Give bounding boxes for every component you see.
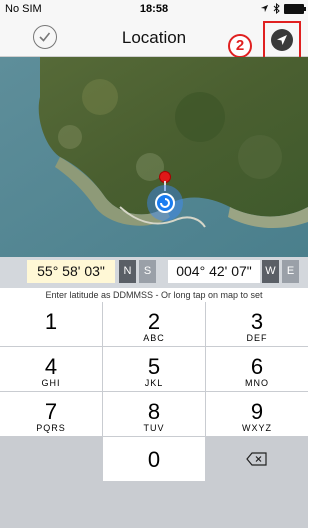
map-imagery — [0, 57, 308, 257]
location-arrow-icon — [260, 4, 269, 13]
status-icons — [260, 3, 306, 14]
annotation-callout-number: 2 — [228, 34, 252, 58]
delete-key[interactable] — [206, 437, 308, 481]
backspace-icon — [246, 452, 267, 466]
numeric-keypad: 1 2 ABC 3 DEF 4 GHI 5 JKL 6 MNO 7 PQRS 8… — [0, 302, 308, 528]
hemisphere-e-button[interactable]: E — [282, 260, 299, 283]
page-title: Location — [121, 28, 187, 47]
latitude-field[interactable]: 55° 58' 03" — [27, 260, 115, 283]
key-8[interactable]: 8 TUV — [103, 392, 205, 436]
hemisphere-w-button[interactable]: W — [262, 260, 279, 283]
key-9[interactable]: 9 WXYZ — [206, 392, 308, 436]
key-3[interactable]: 3 DEF — [206, 302, 308, 346]
key-blank — [0, 437, 102, 481]
key-1[interactable]: 1 — [0, 302, 102, 346]
key-4[interactable]: 4 GHI — [0, 347, 102, 391]
entry-hint: Enter latitude as DDMMSS - Or long tap o… — [45, 290, 263, 300]
coordinate-entry-bar: 55° 58' 03" N S 004° 42' 07" W E — [0, 257, 308, 288]
key-6[interactable]: 6 MNO — [206, 347, 308, 391]
location-arrow-icon — [277, 35, 287, 45]
longitude-field[interactable]: 004° 42' 07" — [168, 260, 260, 283]
key-5[interactable]: 5 JKL — [103, 347, 205, 391]
nav-bar: Location 2 — [0, 18, 308, 59]
satellite-map[interactable] — [0, 57, 308, 257]
hemisphere-n-button[interactable]: N — [119, 260, 136, 283]
locate-me-button[interactable] — [271, 29, 293, 51]
key-2[interactable]: 2 ABC — [103, 302, 205, 346]
battery-icon — [284, 3, 306, 14]
status-bar: No SIM 18:58 — [0, 0, 308, 18]
bluetooth-icon — [273, 3, 280, 14]
hemisphere-s-button[interactable]: S — [139, 260, 156, 283]
key-7[interactable]: 7 PQRS — [0, 392, 102, 436]
user-location-dot — [155, 193, 175, 213]
key-0[interactable]: 0 — [103, 437, 205, 481]
